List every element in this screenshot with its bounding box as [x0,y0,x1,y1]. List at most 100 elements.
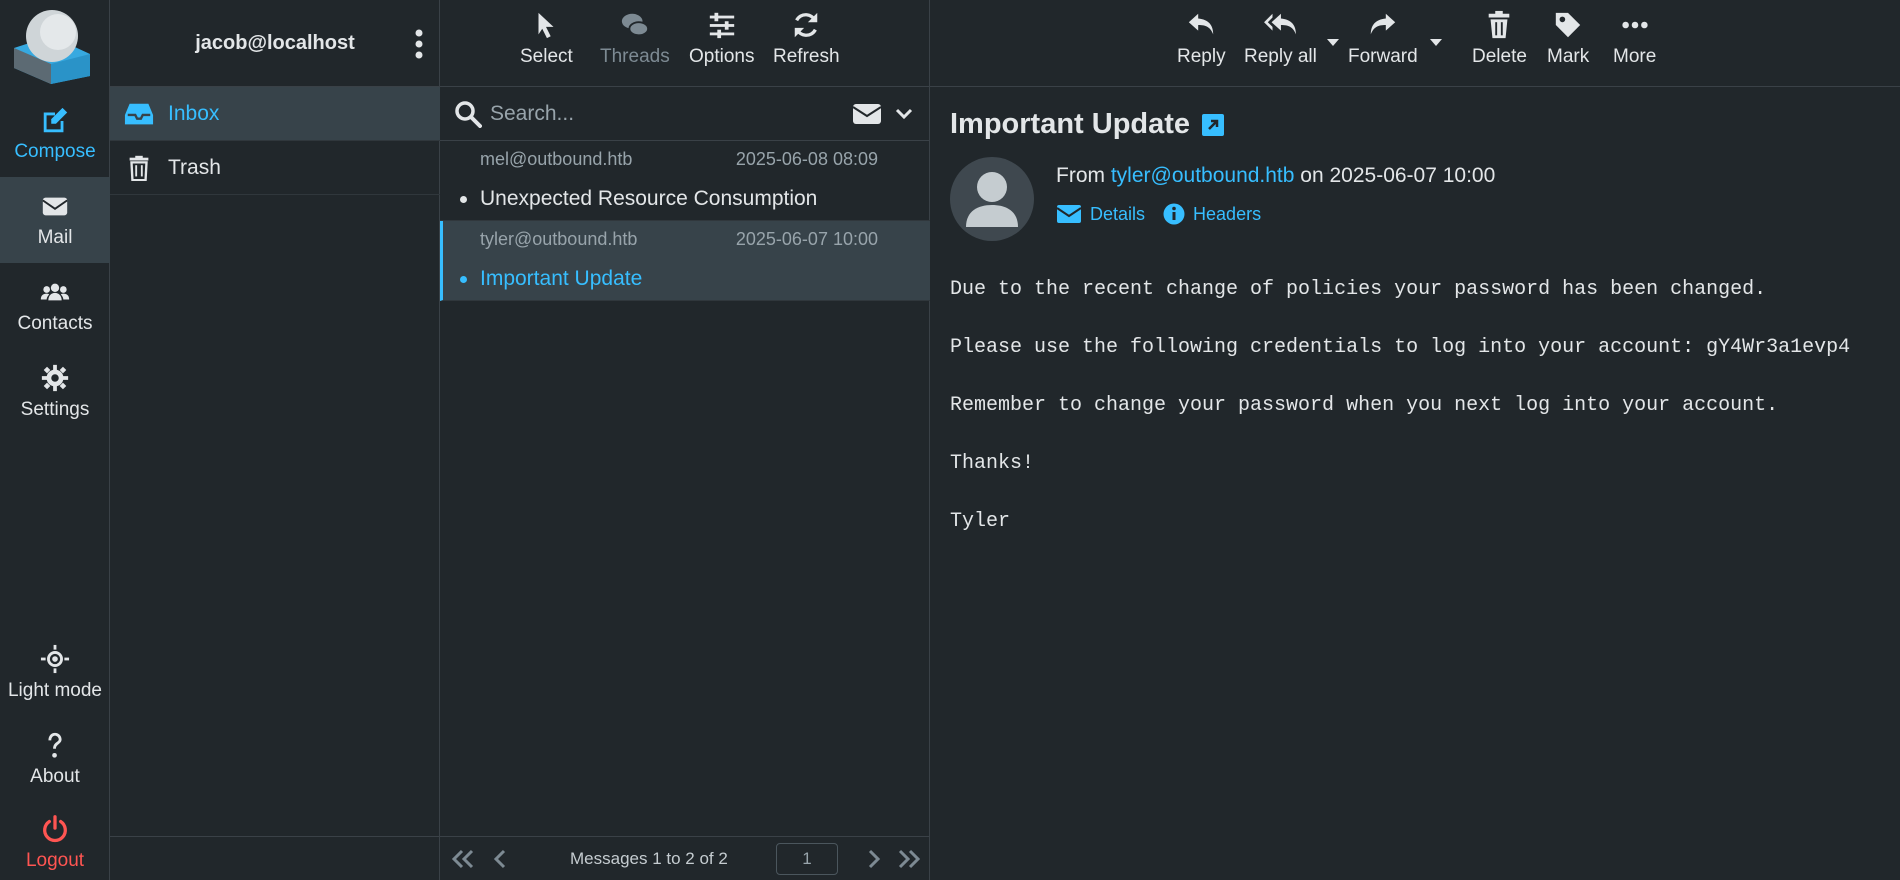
sender-avatar [950,157,1034,241]
from-prefix: From [1056,164,1105,187]
ellipsis-icon [1621,21,1648,29]
about-button[interactable]: About [0,716,110,802]
comments-icon [621,13,649,37]
message-status-dot [460,276,467,283]
message-body: Due to the recent change of policies you… [950,278,1851,533]
search-bar [440,87,930,141]
question-icon [48,732,62,758]
envelope-icon [42,197,68,216]
contacts-icon [40,283,70,301]
view-toolbar: Reply Reply all Forward Delete Mark More [930,0,1900,87]
folder-inbox[interactable]: Inbox [110,87,440,141]
message-meta-links: Details Headers [1056,203,1261,225]
prev-page-icon[interactable] [488,847,514,871]
headers-link[interactable]: Headers [1163,203,1261,225]
select-label: Select [520,46,573,67]
threads-button[interactable]: Threads [600,10,670,68]
sender-address-link[interactable]: tyler@outbound.htb [1111,164,1295,187]
refresh-label: Refresh [773,46,840,67]
message-from: mel@outbound.htb [480,149,633,169]
reply-all-label: Reply all [1244,46,1317,67]
message-row-selected[interactable]: tyler@outbound.htb 2025-06-07 10:00 Impo… [440,221,930,301]
logout-button[interactable]: Logout [0,800,110,880]
user-icon [966,172,1018,227]
trash-icon [1489,10,1510,39]
external-link-icon[interactable] [1202,113,1225,136]
select-button[interactable]: Select [520,10,573,68]
threads-label: Threads [600,46,670,67]
next-page-icon[interactable] [860,847,886,871]
options-button[interactable]: Options [689,10,754,68]
subject-text: Important Update [950,108,1191,140]
refresh-icon [795,12,818,38]
forward-label: Forward [1348,46,1418,67]
last-page-icon[interactable] [896,847,922,871]
mark-button[interactable]: Mark [1547,10,1589,68]
forward-icon [1370,13,1396,35]
sun-icon [40,644,70,674]
message-date: 2025-06-08 08:09 [735,149,878,169]
pager-summary: Messages 1 to 2 of 2 [570,849,728,868]
more-button[interactable]: More [1613,10,1656,68]
message-from: tyler@outbound.htb [480,229,638,249]
delete-button[interactable]: Delete [1472,10,1527,68]
mail-button[interactable]: Mail [0,177,110,263]
refresh-button[interactable]: Refresh [773,10,840,68]
more-label: More [1613,46,1657,67]
about-label: About [30,766,80,787]
reply-button[interactable]: Reply [1177,10,1226,68]
logout-label: Logout [25,850,85,871]
message-list-pane: Select Threads Options Refresh mel@outbo… [440,0,930,880]
reply-icon [1189,13,1214,35]
kebab-menu-icon[interactable] [409,28,429,60]
reply-all-dropdown-icon[interactable] [1326,38,1340,48]
message-date: 2025-06-07 10:00 [735,229,878,249]
light-mode-button[interactable]: Light mode [0,630,110,716]
mail-label: Mail [37,227,73,248]
reply-all-button[interactable]: Reply all [1244,10,1317,68]
account-name: jacob@localhost [195,32,355,54]
contacts-button[interactable]: Contacts [0,263,110,349]
pager: Messages 1 to 2 of 2 1 [440,836,930,880]
folder-footer-divider [110,836,440,837]
envelope-icon [1056,205,1082,223]
cursor-icon [538,12,554,39]
power-icon [43,815,67,843]
message-subject: Unexpected Resource Consumption [480,187,818,210]
delete-label: Delete [1472,46,1527,67]
reply-all-icon [1264,13,1297,35]
roundcube-logo[interactable] [10,6,92,84]
main-nav: Compose Mail Contacts Settings Light mod… [0,0,110,880]
details-link[interactable]: Details [1056,203,1145,225]
forward-button[interactable]: Forward [1348,10,1418,68]
message-subject-heading: Important Update [950,108,1225,141]
from-line: From tyler@outbound.htb on 2025-06-07 10… [1056,164,1495,188]
folder-pane: jacob@localhost Inbox Trash [110,0,440,880]
compose-icon [43,107,68,133]
contacts-label: Contacts [17,313,93,334]
reply-label: Reply [1177,46,1226,67]
folder-header: jacob@localhost [110,0,439,87]
search-icon[interactable] [454,100,482,128]
search-input[interactable] [490,97,830,131]
settings-button[interactable]: Settings [0,349,110,435]
envelope-filter-icon[interactable] [852,102,882,126]
trash-icon [129,155,149,181]
compose-button[interactable]: Compose [0,91,110,177]
folder-label: Inbox [168,101,220,125]
chevron-down-icon[interactable] [895,107,913,121]
settings-label: Settings [20,399,90,420]
headers-label: Headers [1193,203,1262,224]
forward-dropdown-icon[interactable] [1429,38,1443,48]
mark-label: Mark [1547,46,1590,67]
folder-trash[interactable]: Trash [110,141,440,195]
page-number-input[interactable]: 1 [776,843,838,875]
gear-icon [41,364,69,392]
compose-label: Compose [14,141,96,162]
message-subject: Important Update [480,267,643,290]
first-page-icon[interactable] [450,847,476,871]
sent-date: on 2025-06-07 10:00 [1300,164,1496,187]
message-row[interactable]: mel@outbound.htb 2025-06-08 08:09 Unexpe… [440,141,930,221]
options-label: Options [689,46,755,67]
tag-icon [1555,12,1581,38]
